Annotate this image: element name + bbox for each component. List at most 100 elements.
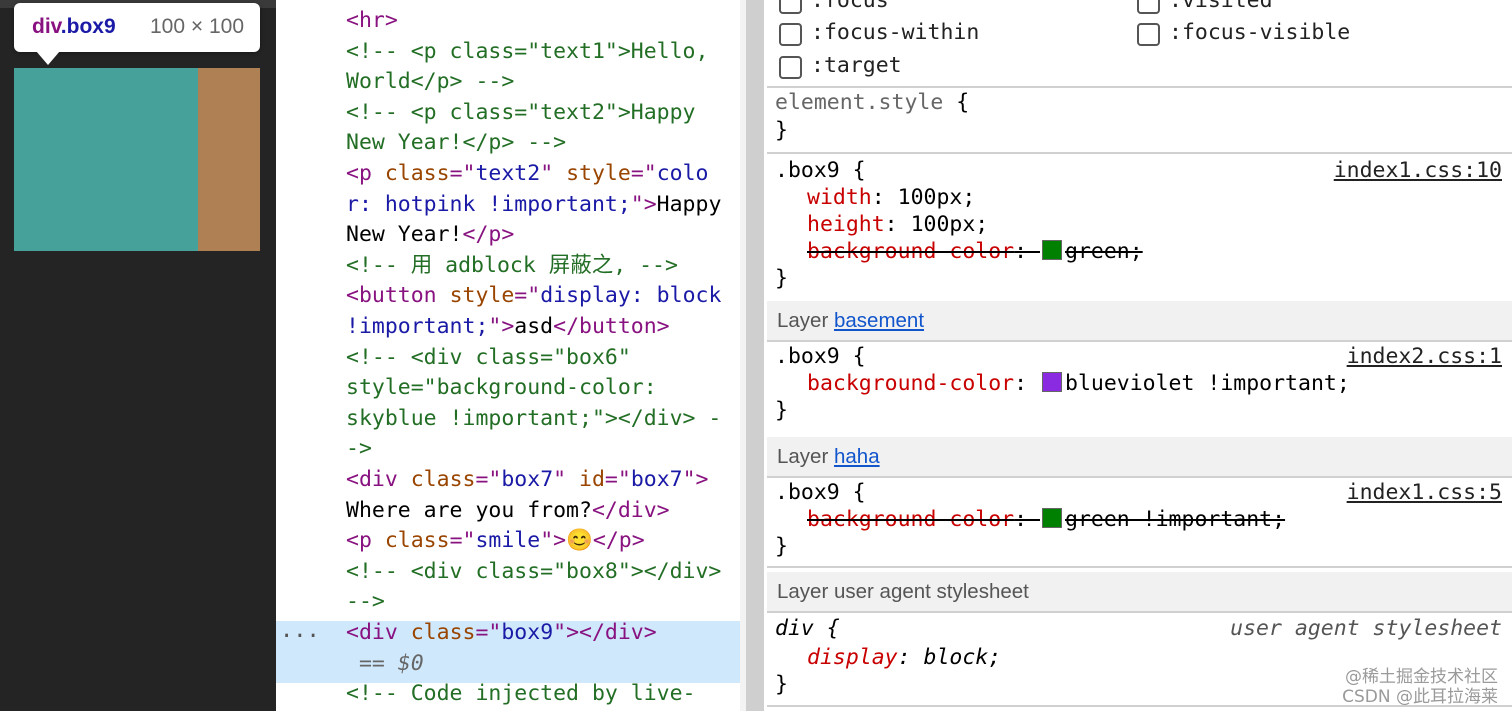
css-declaration[interactable]: background-color: green !important; bbox=[807, 506, 1285, 534]
dom-line[interactable]: <button style="display: block bbox=[346, 281, 721, 311]
dom-token: <!-- <div class="box8"></div> bbox=[346, 558, 722, 584]
rule-source-link[interactable]: index1.css:10 bbox=[1334, 157, 1502, 185]
checkbox[interactable] bbox=[1137, 0, 1160, 14]
color-swatch[interactable] bbox=[1042, 508, 1062, 528]
dom-token: </div> bbox=[591, 497, 670, 523]
dom-line[interactable]: <!-- <div class="box6" bbox=[346, 343, 631, 373]
rule-source-link[interactable]: index1.css:5 bbox=[1347, 479, 1502, 507]
dom-token: =" bbox=[475, 467, 502, 492]
dom-line[interactable]: --> bbox=[346, 587, 385, 617]
dom-line[interactable]: r: hotpink !important;">Happy bbox=[346, 190, 721, 220]
ua-rule-selector: div { bbox=[775, 616, 840, 641]
elements-panel: ··· <hr> <!-- <p class="text1">Hello, Worl… bbox=[276, 0, 740, 711]
checkbox-label: :focus-visible bbox=[1169, 20, 1351, 45]
dom-token: "> bbox=[488, 314, 515, 339]
layer-link[interactable]: haha bbox=[834, 445, 880, 468]
dom-token: =" bbox=[604, 467, 631, 492]
rule-selector[interactable]: .box9 { bbox=[775, 479, 866, 507]
dom-line[interactable]: <hr> bbox=[346, 6, 398, 36]
box9-highlight[interactable] bbox=[14, 68, 198, 251]
dom-token: colo bbox=[656, 161, 709, 186]
css-declaration[interactable]: background-color: green; bbox=[807, 238, 1143, 266]
rule-close: } bbox=[775, 266, 788, 291]
dom-line[interactable]: <!-- 用 adblock 屏蔽之, --> bbox=[346, 251, 678, 281]
dom-token: =" bbox=[630, 161, 657, 186]
dom-token: class bbox=[410, 620, 476, 645]
dom-token: class bbox=[384, 528, 450, 554]
layer-label: Layer haha bbox=[777, 445, 880, 468]
checkbox[interactable] bbox=[1137, 23, 1160, 46]
dom-line[interactable]: New Year!</p> --> bbox=[346, 128, 566, 158]
box9-margin-highlight bbox=[198, 68, 260, 251]
divider bbox=[767, 476, 1512, 478]
dom-token: <!-- <p class="text1">Hello, bbox=[346, 38, 709, 64]
dom-line[interactable]: <!-- Code injected by live- bbox=[346, 679, 696, 709]
checkbox[interactable] bbox=[779, 23, 802, 46]
dom-token: "> bbox=[540, 528, 567, 554]
dom-token: !important; bbox=[346, 314, 489, 339]
dom-token: text2 bbox=[475, 161, 541, 186]
divider bbox=[767, 611, 1512, 613]
dom-line[interactable]: Where are you from?</div> bbox=[346, 496, 670, 526]
layer-link[interactable]: basement bbox=[834, 309, 924, 332]
rule-selector[interactable]: .box9 { bbox=[775, 157, 866, 185]
dom-token: Happy bbox=[656, 191, 722, 217]
dom-line[interactable]: == $0 bbox=[346, 649, 424, 679]
checkbox[interactable] bbox=[779, 0, 802, 14]
dom-token: <div bbox=[346, 467, 411, 492]
dom-token: 😊 bbox=[566, 528, 593, 554]
dom-line[interactable]: skyblue !important;"></div> - bbox=[346, 404, 721, 434]
css-declaration[interactable]: width: 100px; bbox=[807, 184, 975, 212]
dom-token: </p> bbox=[462, 222, 515, 248]
checkbox[interactable] bbox=[779, 56, 802, 79]
divider bbox=[767, 566, 1512, 568]
rule-source-link[interactable]: index2.css:1 bbox=[1347, 343, 1502, 371]
dom-line[interactable]: <!-- <p class="text1">Hello, bbox=[346, 37, 708, 67]
checkbox-label: :visited bbox=[1169, 0, 1273, 13]
dom-line[interactable]: <div class="box7" id="box7"> bbox=[346, 465, 708, 495]
element-style-close: } bbox=[775, 118, 788, 143]
dom-line[interactable]: -> bbox=[346, 434, 372, 464]
dom-token: =" bbox=[449, 528, 476, 554]
element-style-rule[interactable]: element.style { bbox=[775, 89, 969, 117]
tooltip-element-name: div.box9 bbox=[32, 15, 116, 38]
dom-token: <hr> bbox=[346, 8, 398, 33]
dom-line[interactable]: style="background-color: bbox=[346, 373, 657, 403]
dom-token: <!-- 用 adblock 屏蔽之, --> bbox=[346, 252, 678, 278]
color-swatch[interactable] bbox=[1042, 240, 1062, 260]
dom-token: display: block bbox=[540, 283, 722, 309]
css-declaration[interactable]: height: 100px; bbox=[807, 211, 988, 239]
selected-node-line[interactable]: <div class="box9"></div> bbox=[346, 618, 657, 648]
dom-token: </button> bbox=[553, 314, 670, 339]
layer-ua-header: Layer user agent stylesheet bbox=[767, 572, 1512, 612]
dom-token: id bbox=[579, 467, 605, 492]
dom-token: <p bbox=[346, 528, 385, 554]
css-declaration[interactable]: background-color: blueviolet !important; bbox=[807, 370, 1350, 398]
page-viewport: div.box9 100 × 100 bbox=[0, 0, 276, 711]
dom-line[interactable]: New Year!</p> bbox=[346, 220, 514, 250]
layer-label: Layer basement bbox=[777, 309, 925, 332]
dom-token: style="background-color: bbox=[346, 375, 657, 401]
dom-token: <!-- <p class="text2">Happy bbox=[346, 99, 696, 125]
dom-line[interactable]: <!-- <p class="text2">Happy bbox=[346, 98, 696, 128]
divider bbox=[767, 86, 1512, 88]
dom-token: <p bbox=[346, 161, 385, 186]
dom-token: box7 bbox=[501, 467, 554, 492]
layer-header-haha: Layer haha bbox=[767, 437, 1512, 477]
dom-token: class bbox=[410, 467, 476, 492]
dom-line[interactable]: !important;">asd</button> bbox=[346, 312, 670, 342]
checkbox-label: :target bbox=[811, 53, 902, 78]
dom-line[interactable]: <p class="smile">😊</p> bbox=[346, 526, 645, 556]
dom-token: <!-- Code injected by live- bbox=[346, 681, 696, 707]
dom-token: box7 bbox=[630, 467, 683, 492]
dom-line[interactable]: <!-- <div class="box8"></div> bbox=[346, 557, 721, 587]
color-swatch[interactable] bbox=[1042, 372, 1062, 392]
dom-line[interactable]: <p class="text2" style="colo bbox=[346, 159, 709, 189]
node-actions-ellipsis[interactable]: ··· bbox=[280, 622, 320, 652]
panel-resize-handle[interactable] bbox=[746, 0, 764, 711]
dom-line[interactable]: World</p> --> bbox=[346, 67, 514, 97]
rule-selector[interactable]: .box9 { bbox=[775, 343, 866, 371]
ua-rule-source: user agent stylesheet bbox=[1230, 616, 1502, 641]
divider bbox=[767, 152, 1512, 154]
dom-token: "></div> bbox=[553, 620, 657, 645]
